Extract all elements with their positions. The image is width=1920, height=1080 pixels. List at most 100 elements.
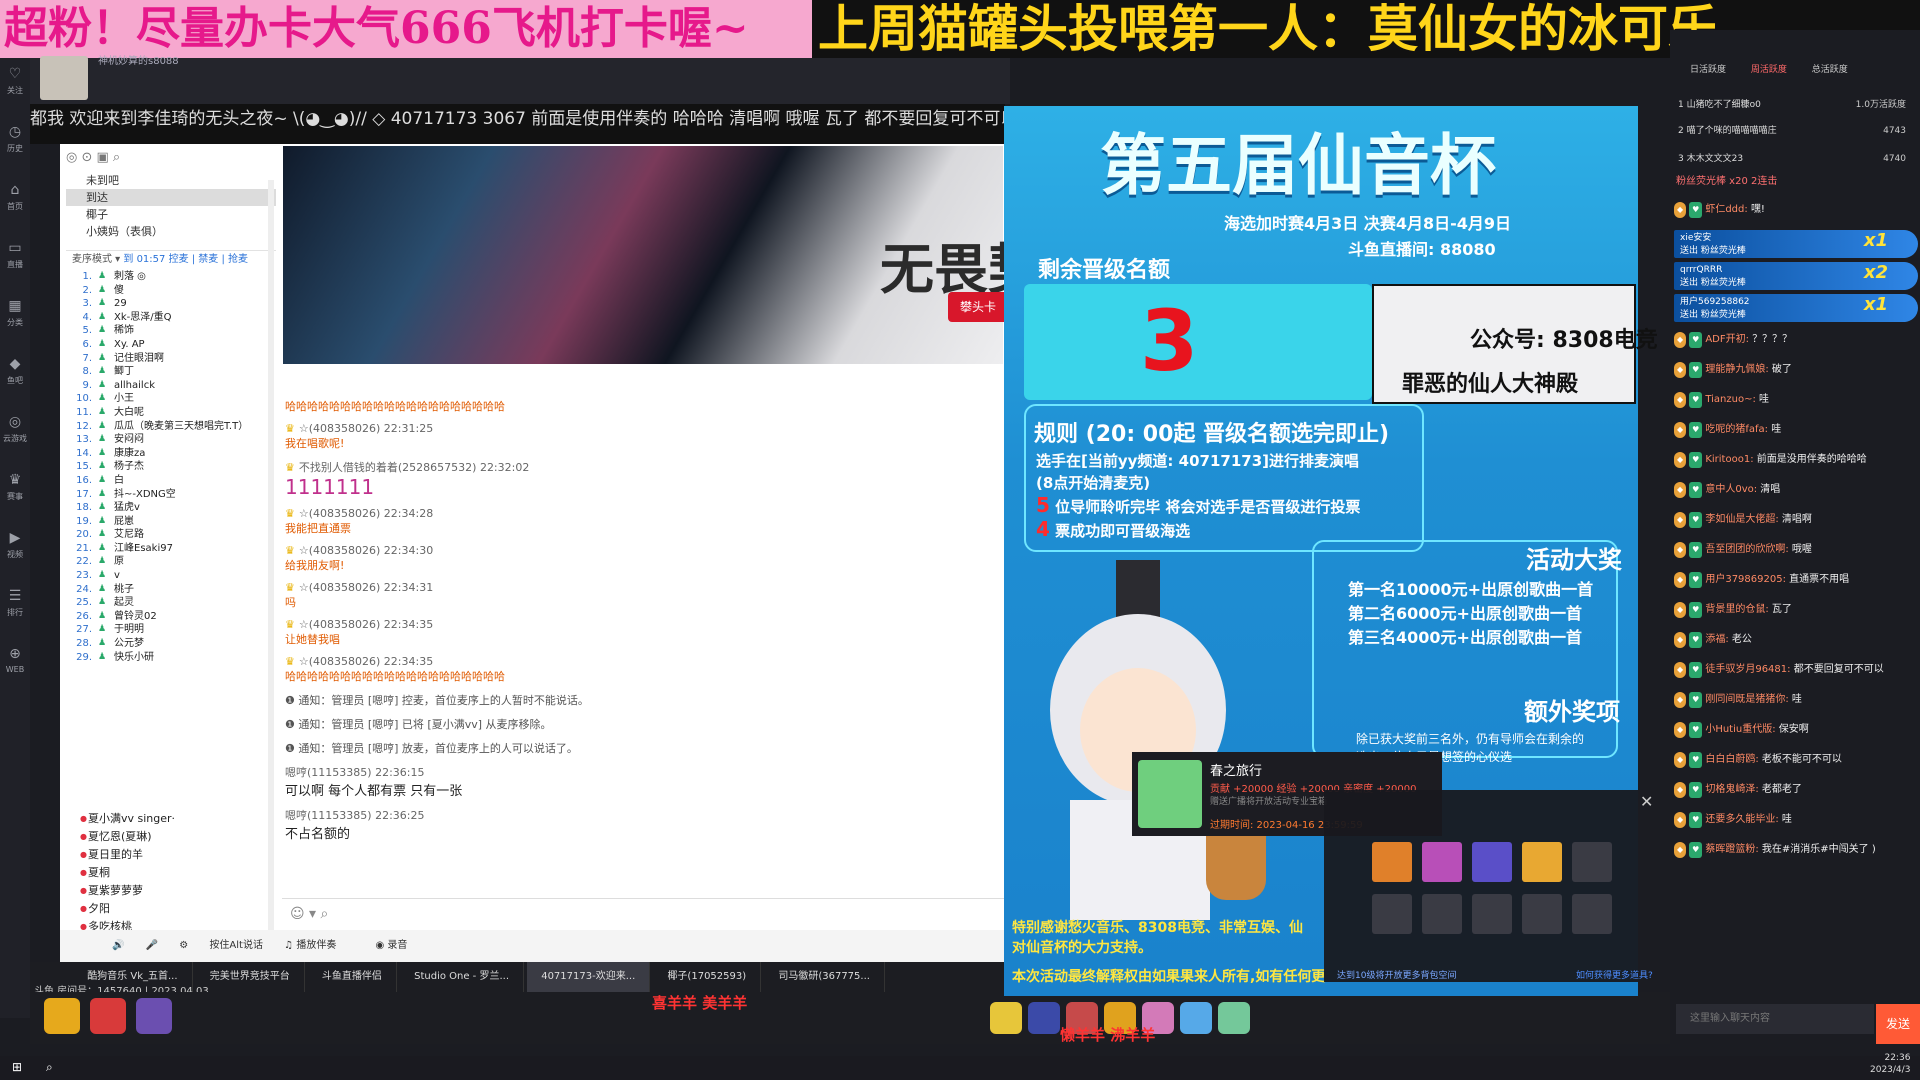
queue-row[interactable]: 19. ♟ 屁崽 [66, 515, 276, 529]
send-button[interactable]: 发送 [1876, 1004, 1920, 1044]
queue-row[interactable]: 15. ♟ 杨子杰 [66, 460, 276, 474]
danmu-message[interactable]: ◆ ♥ 吾至团团的欣欣啊: 哦喔 [1674, 536, 1918, 566]
queue-row[interactable]: 23. ♟ v [66, 569, 276, 583]
queue-row[interactable]: 7. ♟ 记住眼泪啊 [66, 352, 276, 366]
queue-row[interactable]: 24. ♟ 桃子 [66, 583, 276, 597]
streamer-name[interactable]: 神机妙算的s8088 [98, 52, 179, 67]
rail-item-home[interactable]: ⌂ 首页 [0, 174, 30, 232]
queue-row[interactable]: 12. ♟ 瓜瓜（晚麦第三天想唱完T.T） [66, 420, 276, 434]
channel-item[interactable]: 到达 [66, 189, 276, 206]
rail-item-follow[interactable]: ♡ 关注 [0, 58, 30, 116]
channel-item[interactable]: 小姨妈（表俱） [66, 223, 276, 240]
yy-toolbar[interactable]: ◎ ⊙ ▣ ⌕ [66, 150, 276, 172]
rank-row[interactable]: 1 山猪吃不了细糠o0 1.0万活跃度 [1678, 94, 1918, 116]
queue-row[interactable]: 5. ♟ 稀饰 [66, 324, 276, 338]
danmu-message[interactable]: ◆ ♥ 吃呢的猪fafa: 哇 [1674, 416, 1918, 446]
danmu-message[interactable]: ◆ ♥ 还要多久能毕业: 哇 [1674, 806, 1918, 836]
queue-row[interactable]: 22. ♟ 原 [66, 555, 276, 569]
app-tab[interactable]: 司马徽研(367775... [764, 962, 885, 992]
close-icon[interactable]: ✕ [1640, 792, 1653, 811]
backpack-help-link[interactable]: 如何获得更多道具? [1576, 968, 1653, 981]
speaker-icon[interactable]: 🔊 [112, 940, 124, 951]
danmu-message[interactable]: ◆ ♥ 刚同间既是猪猪你: 哇 [1674, 686, 1918, 716]
app-tab[interactable]: 40717173-欢迎来... [527, 962, 651, 992]
danmu-message[interactable]: ◆ ♥ 李如仙是大佬超: 清唱啊 [1674, 506, 1918, 536]
mic-user[interactable]: 夏日里的羊 [66, 846, 276, 864]
queue-row[interactable]: 13. ♟ 安闷闷 [66, 433, 276, 447]
danmu-message[interactable]: ◆ ♥ 徒手驭岁月96481: 都不要回复可不可以 [1674, 656, 1918, 686]
danmu-message[interactable]: ◆ ♥ ADF开初: ？？？？ [1674, 326, 1918, 356]
mic-user[interactable]: 夏小满vv singer· [66, 810, 276, 828]
queue-row[interactable]: 3. ♟ 29 [66, 297, 276, 311]
tab-daily[interactable]: 日活跃度 [1690, 65, 1726, 75]
game-ad-button[interactable]: 攀头卡 [948, 292, 1008, 322]
queue-mode-dropdown[interactable]: 麦序模式 ▾ [72, 254, 120, 265]
queue-row[interactable]: 10. ♟ 小王 [66, 392, 276, 406]
gift-item-icon[interactable] [990, 1002, 1022, 1034]
queue-actions[interactable]: 控麦 | 禁麦 | 抢麦 [169, 254, 248, 265]
danmu-message[interactable]: ◆ ♥ 背景里的仓鼠: 瓦了 [1674, 596, 1918, 626]
danmu-message[interactable]: ◆ ♥ 小Hutiu重代版: 保安啊 [1674, 716, 1918, 746]
danmu-message[interactable]: ◆ ♥ 添福: 老公 [1674, 626, 1918, 656]
danmu-message[interactable]: ◆ ♥ Kiritooo1: 前面是没用伴奏的哈哈哈 [1674, 446, 1918, 476]
queue-row[interactable]: 26. ♟ 曾铃灵02 [66, 610, 276, 624]
windows-start-icon[interactable]: ⊞ [12, 1060, 22, 1074]
gift-box-icon[interactable] [90, 998, 126, 1034]
rail-item-web[interactable]: ⊕ WEB [0, 638, 30, 696]
app-tab[interactable]: 斗鱼直播伴侣 [308, 962, 397, 992]
rank-row[interactable]: 3 木木文文文23 4740 [1678, 148, 1918, 170]
rail-item-category[interactable]: ▦ 分类 [0, 290, 30, 348]
rail-item-video[interactable]: ▶ 视频 [0, 522, 30, 580]
backpack-slot[interactable] [1422, 842, 1462, 882]
mic-user[interactable]: 夏紫萝萝萝 [66, 882, 276, 900]
backpack-slot[interactable] [1422, 894, 1462, 934]
rail-item-esports[interactable]: ♛ 赛事 [0, 464, 30, 522]
gift-icon[interactable] [44, 998, 80, 1034]
rail-item-rank[interactable]: ☰ 排行 [0, 580, 30, 638]
mic-user[interactable]: 夕阳 [66, 900, 276, 918]
search-icon[interactable]: ⌕ [46, 1060, 53, 1075]
tab-weekly[interactable]: 周活跃度 [1751, 65, 1787, 75]
gift-item-icon[interactable] [1028, 1002, 1060, 1034]
queue-row[interactable]: 6. ♟ Xy. AP [66, 338, 276, 352]
channel-item[interactable]: 未到吧 [66, 172, 276, 189]
queue-row[interactable]: 20. ♟ 艾尼路 [66, 528, 276, 542]
queue-row[interactable]: 9. ♟ allhailck [66, 379, 276, 393]
gift-item-icon[interactable] [1218, 1002, 1250, 1034]
danmu-message[interactable]: ◆ ♥ 理能静九佩娘: 破了 [1674, 356, 1918, 386]
tree-scrollbar[interactable] [268, 180, 274, 930]
app-tab[interactable]: 完美世界竞技平台 [196, 962, 305, 992]
queue-row[interactable]: 11. ♟ 大白呢 [66, 406, 276, 420]
backpack-slot[interactable] [1522, 894, 1562, 934]
backpack-slot[interactable] [1472, 842, 1512, 882]
backpack-slot[interactable] [1372, 894, 1412, 934]
queue-row[interactable]: 8. ♟ 鲫丁 [66, 365, 276, 379]
mic-user[interactable]: 夏忆恩(夏琳) [66, 828, 276, 846]
backpack-slot[interactable] [1472, 894, 1512, 934]
queue-row[interactable]: 18. ♟ 猛虎v [66, 501, 276, 515]
rail-item-fishbar[interactable]: ◆ 鱼吧 [0, 348, 30, 406]
queue-row[interactable]: 25. ♟ 起灵 [66, 596, 276, 610]
queue-row[interactable]: 21. ♟ 江峰Esaki97 [66, 542, 276, 556]
danmu-message[interactable]: ◆ ♥ 白白白蔚鸥: 老板不能可不可以 [1674, 746, 1918, 776]
rail-item-cloudgame[interactable]: ◎ 云游戏 [0, 406, 30, 464]
streamer-avatar[interactable] [40, 56, 88, 100]
danmu-message[interactable]: ◆ ♥ 意中人0vo: 清唱 [1674, 476, 1918, 506]
settings-icon[interactable]: ⚙ [179, 940, 188, 951]
queue-row[interactable]: 14. ♟ 康康za [66, 447, 276, 461]
rail-item-history[interactable]: ◷ 历史 [0, 116, 30, 174]
backpack-slot[interactable] [1522, 842, 1562, 882]
chat-input[interactable]: ☺ ▾ ⌕ [282, 898, 1004, 928]
queue-row[interactable]: 27. ♟ 于明明 [66, 623, 276, 637]
task-hall-icon[interactable] [136, 998, 172, 1034]
queue-row[interactable]: 4. ♟ Xk-思泽/重Q [66, 311, 276, 325]
queue-row[interactable]: 16. ♟ 白 [66, 474, 276, 488]
queue-row[interactable]: 29. ♟ 快乐小研 [66, 651, 276, 665]
gift-item-icon[interactable] [1180, 1002, 1212, 1034]
tab-total[interactable]: 总活跃度 [1812, 65, 1848, 75]
danmu-message[interactable]: ◆ ♥ 虾仁ddd: 嘿! [1674, 196, 1918, 226]
backpack-slot[interactable] [1572, 842, 1612, 882]
push-to-talk[interactable]: 按住Alt说话 [209, 940, 263, 951]
queue-row[interactable]: 17. ♟ 抖~-XDNG空 [66, 488, 276, 502]
mic-icon[interactable]: 🎤 [146, 940, 158, 951]
